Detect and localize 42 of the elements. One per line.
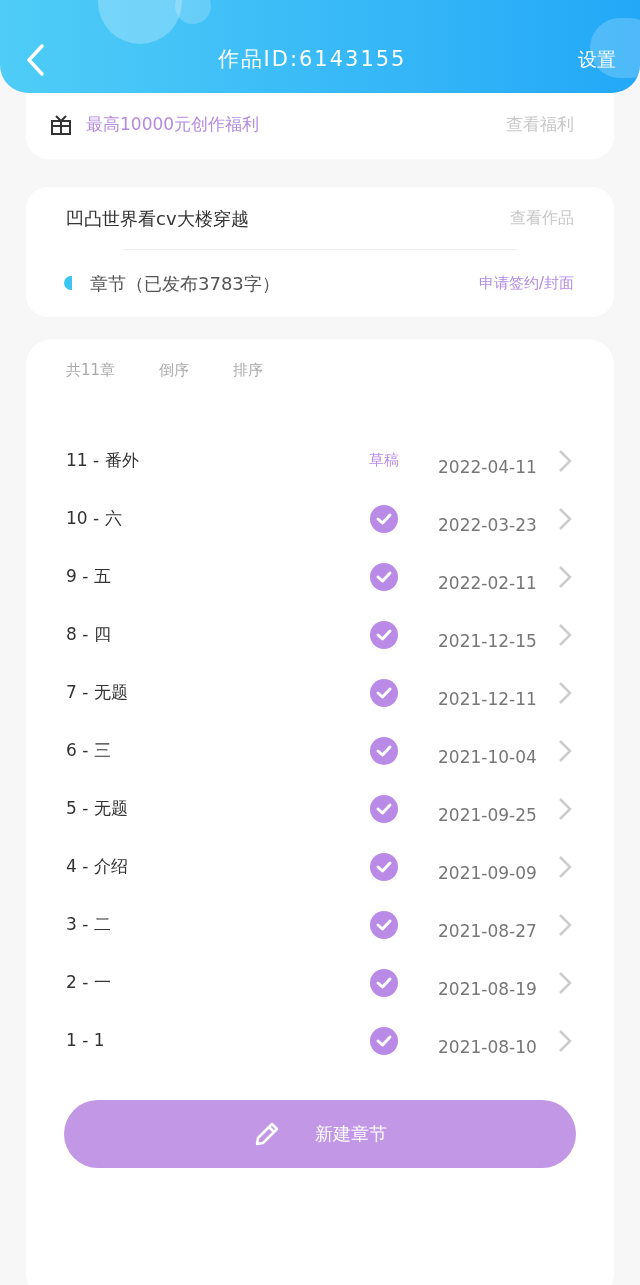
section-marker: [64, 276, 72, 290]
chapter-date: 2021-12-15: [438, 629, 538, 653]
chapter-date: 2022-04-11: [438, 455, 538, 479]
chapter-date: 2021-10-04: [438, 745, 538, 769]
chevron-right-icon[interactable]: [558, 622, 572, 647]
chevron-right-icon[interactable]: [558, 680, 572, 705]
draft-label: 草稿: [369, 450, 399, 472]
section-heading: 章节（已发布3783字）: [90, 271, 281, 296]
chevron-right-icon[interactable]: [558, 448, 572, 473]
chapter-date: 2021-09-25: [438, 803, 538, 827]
page-title: 作品ID:6143155: [216, 45, 408, 73]
chapter-date: 2021-08-10: [438, 1035, 538, 1059]
chapter-title[interactable]: 11 - 番外: [66, 447, 354, 474]
chapter-date: 2021-08-19: [438, 977, 538, 1001]
chapter-title[interactable]: 8 - 四: [66, 621, 354, 648]
chevron-right-icon[interactable]: [558, 970, 572, 995]
chevron-right-icon[interactable]: [558, 912, 572, 937]
chapter-title[interactable]: 7 - 无题: [66, 679, 354, 706]
chapter-title[interactable]: 5 - 无题: [66, 795, 354, 822]
chapter-title[interactable]: 6 - 三: [66, 737, 354, 764]
chapter-title[interactable]: 4 - 介绍: [66, 853, 354, 880]
chevron-right-icon[interactable]: [558, 506, 572, 531]
chevron-right-icon[interactable]: [558, 1028, 572, 1053]
chevron-right-icon[interactable]: [558, 564, 572, 589]
chapter-date: 2021-09-09: [438, 861, 538, 885]
gift-icon: [50, 114, 72, 136]
chapter-date: 2021-08-27: [438, 919, 538, 943]
chapter-count: 共11章: [66, 360, 116, 381]
chapter-title[interactable]: 9 - 五: [66, 563, 354, 590]
chevron-right-icon[interactable]: [558, 854, 572, 879]
chevron-right-icon[interactable]: [558, 796, 572, 821]
back-icon[interactable]: [24, 42, 46, 77]
chevron-right-icon[interactable]: [558, 738, 572, 763]
chapter-title[interactable]: 2 - 一: [66, 969, 354, 996]
benefit-text: 最高10000元创作福利: [86, 113, 261, 137]
chapter-title[interactable]: 3 - 二: [66, 911, 354, 938]
chapter-date: 2021-12-11: [438, 687, 538, 711]
chapter-date: 2022-03-23: [438, 513, 538, 537]
chapter-date: 2022-02-11: [438, 571, 538, 595]
work-title: 凹凸世界看cv大楼穿越: [66, 206, 250, 231]
chapter-title[interactable]: 1 - 1: [66, 1027, 354, 1054]
chapter-title[interactable]: 10 - 六: [66, 505, 354, 532]
